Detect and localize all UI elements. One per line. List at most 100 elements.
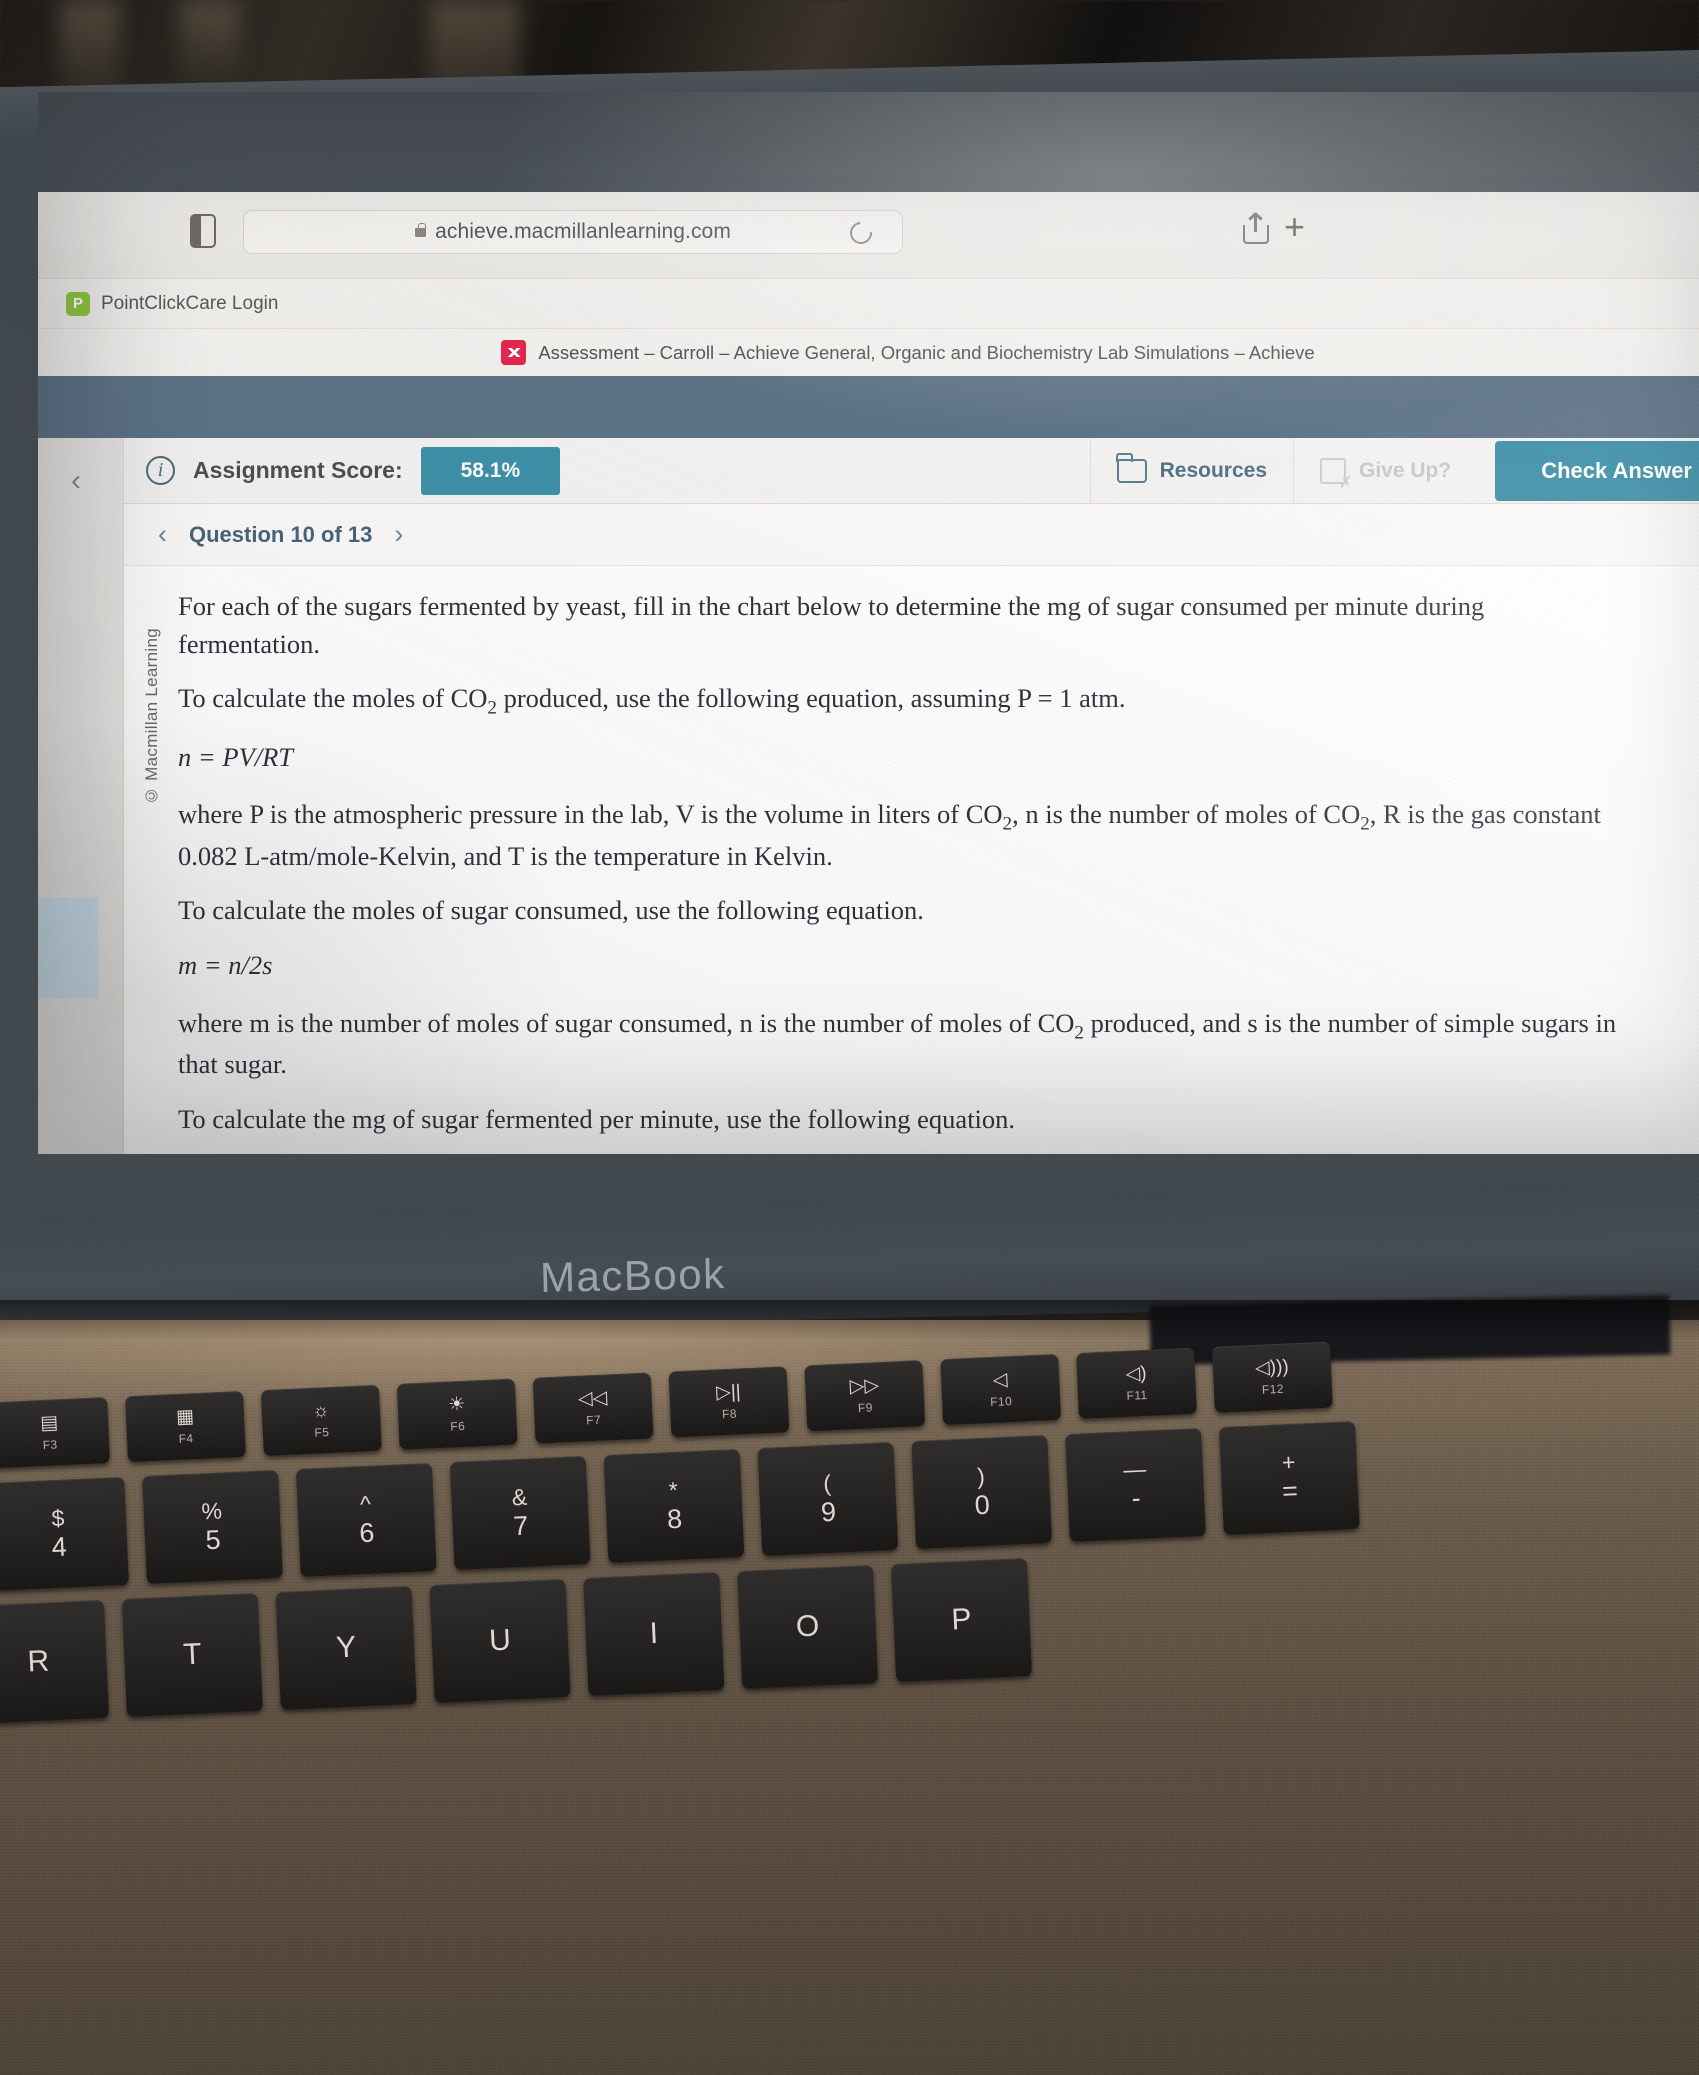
question-where-n: where P is the atmospheric pressure in t… — [178, 796, 1618, 875]
key-glyph: ▷|| — [715, 1381, 742, 1404]
key-upper-glyph: % — [200, 1497, 223, 1525]
key-f4[interactable]: ▦ F4 — [125, 1390, 246, 1463]
key-f3[interactable]: ▤ F3 — [0, 1397, 111, 1469]
key-lower-glyph: I — [648, 1616, 659, 1651]
key-lower-glyph: 5 — [204, 1524, 222, 1556]
subscript-2: 2 — [1002, 813, 1013, 835]
key-glyph: ☀ — [447, 1393, 466, 1416]
key-upper-glyph: ^ — [359, 1490, 372, 1518]
key-t[interactable]: T — [121, 1592, 263, 1717]
key-f12[interactable]: ◁))) F12 — [1211, 1341, 1333, 1413]
achieve-app: ‹ i Assignment Score: 58.1% Resources ✗ … — [38, 437, 1699, 1154]
key-f5[interactable]: ☼ F5 — [260, 1384, 382, 1457]
key-glyph: ◁ — [992, 1369, 1009, 1391]
sidebar-toggle-icon[interactable] — [190, 214, 216, 248]
key-lower-glyph: = — [1281, 1475, 1299, 1507]
next-question-arrow[interactable]: › — [394, 519, 403, 550]
address-bar[interactable]: achieve.macmillanlearning.com — [243, 210, 903, 254]
resources-label: Resources — [1159, 458, 1267, 482]
key-fn-label: F8 — [721, 1406, 738, 1422]
check-answer-button[interactable]: Check Answer — [1495, 440, 1699, 501]
address-bar-url: achieve.macmillanlearning.com — [435, 220, 731, 243]
page-letterbox — [38, 376, 1699, 438]
key-f7[interactable]: ◁◁ F7 — [532, 1372, 654, 1444]
key-glyph: ▷▷ — [849, 1375, 880, 1398]
assignment-score-label: Assignment Score: — [193, 457, 403, 483]
key-glyph: ▦ — [175, 1406, 195, 1428]
key-glyph: ☼ — [311, 1400, 331, 1422]
key-f6[interactable]: ☀ F6 — [396, 1378, 518, 1450]
key-upper-glyph: ( — [822, 1469, 832, 1497]
key-f8[interactable]: ▷|| F8 — [668, 1366, 790, 1438]
equation-n: n = PV/RT — [178, 741, 294, 772]
folder-icon — [1116, 452, 1147, 483]
key-lower-glyph: - — [1130, 1482, 1142, 1514]
key-lower-glyph: 6 — [358, 1517, 376, 1549]
key-glyph: ◁))) — [1254, 1356, 1290, 1379]
macmillan-achieve-favicon — [501, 340, 527, 365]
key-f11[interactable]: ◁) F11 — [1076, 1347, 1197, 1420]
question-body: For each of the sugars fermented by yeas… — [178, 588, 1618, 1154]
give-up-icon — [1320, 457, 1352, 491]
key-i[interactable]: I — [583, 1571, 725, 1697]
lock-icon — [415, 222, 427, 237]
key-u[interactable]: U — [429, 1578, 571, 1704]
key-lower-glyph: 0 — [974, 1489, 991, 1521]
key-lower-glyph: T — [182, 1637, 203, 1672]
key-glyph: ▤ — [39, 1412, 59, 1435]
key-upper-glyph: + — [1281, 1448, 1296, 1476]
key-fn-label: F3 — [42, 1437, 58, 1453]
resources-button[interactable]: Resources — [1089, 437, 1293, 504]
laptop-screen: achieve.macmillanlearning.com + P PointC… — [38, 92, 1699, 1154]
key-f9[interactable]: ▷▷ F9 — [804, 1360, 926, 1432]
pointclickcare-favicon: P — [66, 291, 90, 316]
key-=[interactable]: + = — [1218, 1421, 1360, 1536]
tab-assessment[interactable]: Assessment – Carroll – Achieve General, … — [501, 340, 1315, 365]
key-r[interactable]: R — [0, 1599, 110, 1724]
key-lower-glyph: 7 — [512, 1510, 529, 1542]
key-y[interactable]: Y — [275, 1585, 417, 1711]
share-icon[interactable] — [1243, 214, 1269, 244]
key-lower-glyph: 4 — [51, 1531, 68, 1563]
question-f-paragraph: To calculate the mg of sugar fermented p… — [178, 1103, 1016, 1134]
new-tab-icon[interactable]: + — [1284, 209, 1314, 245]
key-fn-label: F12 — [1261, 1381, 1285, 1397]
assignment-toolbar: i Assignment Score: 58.1% Resources Give… — [124, 437, 1699, 504]
collapse-panel-arrow[interactable]: ‹ — [71, 464, 81, 498]
key-0[interactable]: ) 0 — [911, 1434, 1053, 1550]
key-fn-label: F9 — [857, 1400, 874, 1416]
subscript-2: 2 — [1360, 813, 1370, 835]
assignment-score-badge: 58.1% — [420, 446, 561, 495]
deck-edge-shadow — [0, 1300, 1699, 1340]
key-fn-label: F6 — [450, 1418, 466, 1434]
subscript-2: 2 — [1074, 1021, 1084, 1043]
bookmarks-bar: P PointClickCare Login — [38, 278, 1699, 328]
key-upper-glyph: * — [668, 1476, 679, 1504]
info-icon[interactable]: i — [146, 456, 175, 485]
question-co2-paragraph: To calculate the moles of CO2 produced, … — [178, 680, 1618, 721]
key-5[interactable]: % 5 — [142, 1469, 283, 1584]
key-7[interactable]: & 7 — [449, 1455, 591, 1571]
key-4[interactable]: $4 — [0, 1476, 130, 1591]
previous-question-arrow[interactable]: ‹ — [158, 519, 167, 550]
tab-title: Assessment – Carroll – Achieve General, … — [538, 341, 1315, 363]
macbook-brand-label: MacBook — [539, 1249, 727, 1302]
question-counter: Question 10 of 13 — [189, 521, 373, 547]
key-f10[interactable]: ◁ F10 — [940, 1353, 1062, 1426]
key--[interactable]: — - — [1065, 1428, 1206, 1543]
key-fn-label: F7 — [585, 1412, 602, 1428]
give-up-label: Give Up? — [1359, 458, 1452, 482]
key-lower-glyph: Y — [335, 1630, 357, 1665]
bookmark-pointclickcare[interactable]: P PointClickCare Login — [66, 291, 278, 316]
key-6[interactable]: ^ 6 — [295, 1462, 437, 1578]
key-upper-glyph: & — [511, 1483, 528, 1511]
key-p[interactable]: P — [890, 1558, 1033, 1683]
key-upper-glyph: $ — [50, 1504, 65, 1532]
key-glyph: ◁◁ — [577, 1387, 608, 1410]
question-m-paragraph: To calculate the moles of sugar consumed… — [178, 895, 924, 926]
key-9[interactable]: (9 — [757, 1441, 899, 1557]
key-glyph: ◁) — [1125, 1362, 1148, 1385]
key-8[interactable]: * 8 — [603, 1448, 745, 1564]
give-up-button[interactable]: Give Up? — [1293, 437, 1477, 504]
key-o[interactable]: O — [737, 1565, 879, 1690]
